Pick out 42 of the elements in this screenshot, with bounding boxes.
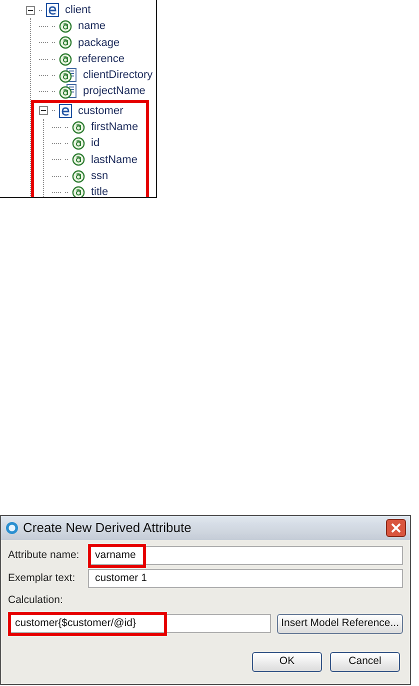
element-icon	[46, 3, 59, 18]
dialog-button[interactable]: Cancel	[330, 652, 400, 672]
close-button[interactable]	[386, 519, 406, 537]
attribute-document-icon	[59, 68, 77, 83]
field-label: Attribute name:	[8, 548, 80, 563]
dialog-button[interactable]: OK	[252, 652, 322, 672]
tree-item-label[interactable]: reference	[78, 50, 124, 68]
tree-item-label[interactable]: title	[91, 184, 108, 197]
tree-item-label[interactable]: name	[78, 18, 106, 35]
collapse-toggle[interactable]	[26, 6, 35, 15]
field-value: customer{$customer/@id}	[14, 616, 137, 631]
tree-item-label[interactable]: ssn	[91, 168, 108, 184]
attribute-icon	[72, 153, 85, 166]
field-value: customer 1	[94, 570, 148, 586]
collapse-toggle[interactable]	[39, 106, 48, 116]
tree-item-label[interactable]: lastName	[91, 152, 138, 168]
app-icon	[5, 521, 19, 535]
attribute-icon	[72, 120, 85, 134]
element-icon	[59, 104, 72, 118]
text-field[interactable]: varname	[88, 546, 403, 565]
field-label: Calculation:	[8, 593, 64, 608]
attribute-document-icon	[59, 84, 77, 100]
text-field[interactable]: customer 1	[88, 569, 403, 588]
attribute-icon	[72, 170, 85, 183]
insert-reference-button[interactable]: Insert Model Reference...	[277, 614, 403, 634]
tree-item-label[interactable]: client	[65, 2, 91, 18]
tree-item-label[interactable]: clientDirectory	[83, 67, 153, 84]
attribute-icon	[72, 137, 85, 150]
close-icon	[391, 523, 401, 533]
tree-item-label[interactable]: package	[78, 34, 120, 51]
window-title: Create New Derived Attribute	[23, 519, 192, 538]
attribute-icon	[59, 52, 72, 66]
attribute-icon	[72, 186, 85, 197]
tree-item-label[interactable]: id	[91, 135, 100, 152]
attribute-icon	[59, 36, 72, 50]
field-label: Exemplar text:	[8, 570, 76, 586]
tree-item-label[interactable]: firstName	[91, 118, 138, 136]
text-field[interactable]: customer{$customer/@id}	[8, 614, 272, 634]
field-value: varname	[94, 548, 137, 563]
tree-item-label[interactable]: customer	[78, 102, 124, 120]
attribute-icon	[59, 20, 72, 33]
tree-item-label[interactable]: projectName	[83, 83, 146, 100]
